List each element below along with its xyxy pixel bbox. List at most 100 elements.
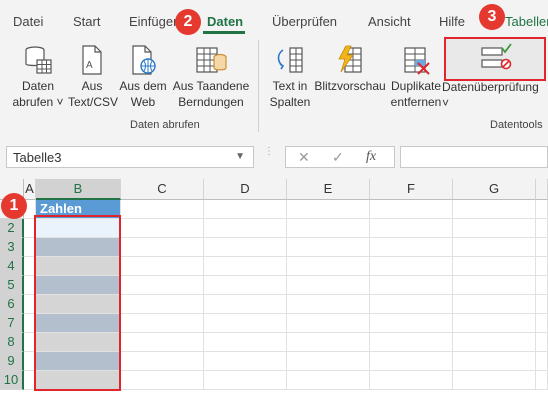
tab-tabellenentwurf[interactable]: Tabellene [505, 14, 548, 29]
grid-cell[interactable] [453, 371, 536, 390]
column-header-c[interactable]: C [121, 179, 204, 200]
row-header[interactable]: 4 [0, 257, 24, 276]
grid-cell[interactable] [204, 314, 287, 333]
text-to-columns-button[interactable]: Text in Spalten [266, 44, 314, 110]
grid-cell[interactable] [370, 352, 453, 371]
grid-cell[interactable] [453, 295, 536, 314]
row-header[interactable]: 10 [0, 371, 24, 390]
row-header[interactable]: 8 [0, 333, 24, 352]
grid-cell[interactable] [536, 276, 548, 295]
grid-cell[interactable] [121, 333, 204, 352]
grid-cell[interactable] [121, 200, 204, 219]
grid-cell[interactable] [536, 352, 548, 371]
grid-cell[interactable] [453, 219, 536, 238]
column-header-e[interactable]: E [287, 179, 370, 200]
from-table-range-button[interactable]: Aus Taandene Berndungen [170, 44, 252, 110]
row-header[interactable]: 3 [0, 238, 24, 257]
grid-cell[interactable] [121, 276, 204, 295]
grid-cell[interactable] [370, 257, 453, 276]
tab-start[interactable]: Start [73, 14, 100, 29]
tab-ueberpruefen[interactable]: Überprüfen [272, 14, 337, 29]
grid-cell[interactable] [370, 371, 453, 390]
grid-cell[interactable] [121, 238, 204, 257]
grid-cell[interactable] [287, 219, 370, 238]
row-header[interactable]: 2 [0, 219, 24, 238]
grid-cell[interactable] [453, 314, 536, 333]
column-header-partial[interactable] [536, 179, 548, 200]
grid-cell[interactable] [453, 238, 536, 257]
grid-cell[interactable] [453, 333, 536, 352]
grid-cell[interactable] [121, 314, 204, 333]
grid-cell[interactable] [536, 219, 548, 238]
chevron-down-icon[interactable]: ▼ [235, 151, 245, 162]
grid-cell[interactable] [287, 257, 370, 276]
grid-cell[interactable] [204, 276, 287, 295]
grid-cell[interactable] [287, 295, 370, 314]
drag-handle-icon[interactable]: ⋮ [264, 147, 274, 157]
column-header-b[interactable]: B [36, 179, 121, 200]
grid-cell[interactable] [370, 200, 453, 219]
grid-cell[interactable] [453, 276, 536, 295]
grid-cell[interactable] [204, 257, 287, 276]
tab-hilfe[interactable]: Hilfe [439, 14, 465, 29]
grid-cell[interactable] [370, 238, 453, 257]
grid-cell[interactable] [536, 238, 548, 257]
tab-daten[interactable]: Daten [207, 14, 243, 29]
get-data-button[interactable]: Daten abrufen ˅ [8, 44, 68, 110]
column-header-f[interactable]: F [370, 179, 453, 200]
grid-cell[interactable] [204, 352, 287, 371]
grid-cell[interactable] [204, 200, 287, 219]
grid-cell[interactable] [536, 314, 548, 333]
grid-cell[interactable] [287, 200, 370, 219]
data-validation-label-wrap[interactable]: Datenüberprüfung ˅ [442, 79, 548, 111]
grid-cell[interactable] [453, 257, 536, 276]
grid-cell[interactable] [121, 219, 204, 238]
tab-datei[interactable]: Datei [13, 14, 43, 29]
grid-cell[interactable] [287, 371, 370, 390]
row-header[interactable]: 9 [0, 352, 24, 371]
grid-cell[interactable] [536, 333, 548, 352]
grid-cell[interactable] [121, 352, 204, 371]
formula-input[interactable] [400, 146, 548, 168]
insert-function-icon[interactable]: fx [366, 149, 376, 165]
flash-fill-button[interactable]: Blitzvorschau [314, 44, 386, 94]
grid-cell[interactable] [121, 295, 204, 314]
grid-cell[interactable] [287, 333, 370, 352]
row-header[interactable]: 6 [0, 295, 24, 314]
grid-cell[interactable] [204, 371, 287, 390]
grid-cell[interactable] [453, 200, 536, 219]
tab-einfuegen[interactable]: Einfügen [129, 14, 180, 29]
grid-cell[interactable] [453, 352, 536, 371]
grid-cell[interactable] [370, 314, 453, 333]
column-header-a[interactable]: A [24, 179, 36, 200]
column-header-g[interactable]: G [453, 179, 536, 200]
data-validation-button[interactable] [444, 37, 546, 81]
row-header[interactable]: 7 [0, 314, 24, 333]
grid-cell[interactable] [370, 276, 453, 295]
grid-cell[interactable] [536, 371, 548, 390]
grid-cell[interactable] [204, 295, 287, 314]
grid-cell[interactable] [536, 200, 548, 219]
enter-icon[interactable]: ✓ [332, 149, 344, 166]
grid-cell[interactable] [536, 295, 548, 314]
from-text-csv-button[interactable]: A Aus Text/CSV [68, 44, 118, 110]
remove-duplicates-button[interactable]: Duplikate entfernen [388, 44, 444, 110]
grid-cell[interactable] [536, 257, 548, 276]
grid-cell[interactable] [287, 238, 370, 257]
grid-cell[interactable] [370, 295, 453, 314]
grid-cell[interactable] [287, 352, 370, 371]
grid-cell[interactable] [204, 219, 287, 238]
grid-cell[interactable] [204, 333, 287, 352]
tab-ansicht[interactable]: Ansicht [368, 14, 411, 29]
cancel-icon[interactable]: ✕ [298, 149, 310, 166]
column-header-d[interactable]: D [204, 179, 287, 200]
grid-cell[interactable] [121, 257, 204, 276]
grid-cell[interactable] [370, 333, 453, 352]
row-header[interactable]: 5 [0, 276, 24, 295]
grid-cell[interactable] [287, 276, 370, 295]
name-box[interactable]: Tabelle3 ▼ [6, 146, 254, 168]
grid-cell[interactable] [121, 371, 204, 390]
grid-cell[interactable] [370, 219, 453, 238]
grid-cell[interactable] [204, 238, 287, 257]
from-web-button[interactable]: Aus dem Web [116, 44, 170, 110]
